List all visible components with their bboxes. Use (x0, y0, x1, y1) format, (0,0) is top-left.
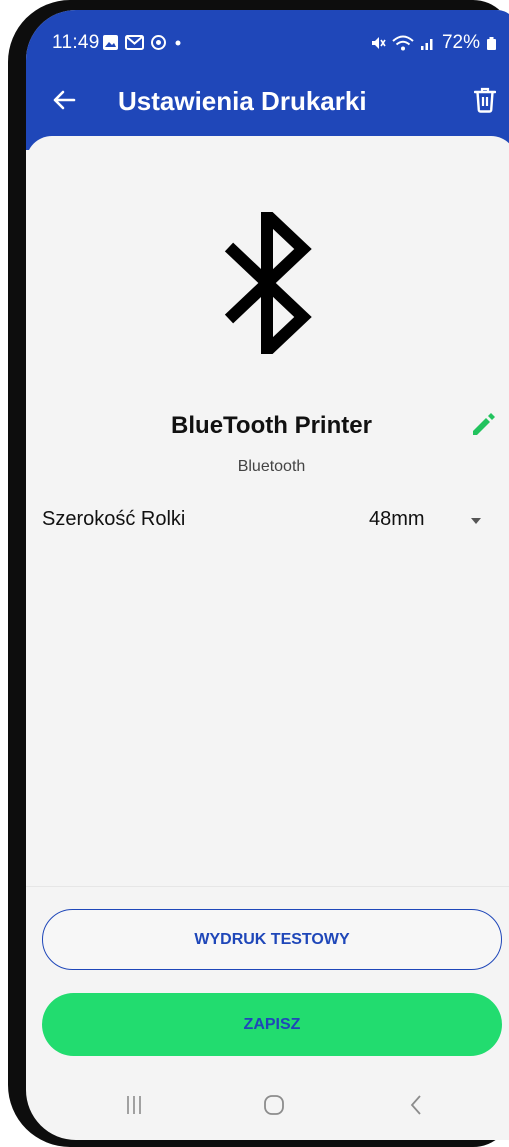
status-time: 11:49 (52, 32, 100, 53)
battery-icon (487, 37, 496, 50)
test-print-button[interactable]: WYDRUK TESTOWY (42, 909, 502, 970)
bluetooth-icon (224, 212, 312, 354)
nav-back-button[interactable] (396, 1085, 436, 1125)
recents-button[interactable] (114, 1085, 154, 1125)
chevron-down-icon (471, 518, 481, 524)
printer-name: BlueTooth Printer (171, 412, 372, 439)
save-button[interactable]: ZAPISZ (42, 993, 502, 1056)
pencil-icon (473, 413, 495, 435)
phone-frame: 11:49 72% Ustawienia Drukarki BlueTooth … (8, 0, 509, 1147)
content-area: BlueTooth Printer Bluetooth Szerokość Ro… (26, 136, 509, 896)
gmail-icon (125, 35, 144, 50)
mute-icon (371, 37, 386, 49)
roll-width-label: Szerokość Rolki (42, 508, 186, 530)
arrow-left-icon (53, 90, 76, 110)
edit-name-button[interactable] (465, 406, 501, 442)
system-nav-bar (26, 1085, 509, 1125)
back-button[interactable] (44, 80, 84, 120)
battery-percent: 72% (441, 32, 480, 53)
status-bar: 11:49 72% (26, 32, 509, 60)
divider (26, 886, 509, 887)
wifi-icon (392, 35, 414, 51)
back-icon (410, 1095, 421, 1115)
app-bar: Ustawienia Drukarki (26, 80, 509, 140)
sync-icon (151, 35, 166, 50)
page-title: Ustawienia Drukarki (118, 86, 367, 116)
home-button[interactable] (254, 1085, 294, 1125)
screen: 11:49 72% Ustawienia Drukarki BlueTooth … (26, 10, 509, 1140)
header: 11:49 72% Ustawienia Drukarki (26, 10, 509, 150)
image-icon (103, 35, 118, 50)
home-icon (264, 1095, 284, 1115)
delete-button[interactable] (465, 80, 505, 120)
status-right: 72% (370, 32, 497, 54)
roll-width-select[interactable]: 48mm (356, 504, 496, 540)
recents-icon (127, 1096, 141, 1114)
signal-icon (420, 39, 433, 50)
roll-width-value: 48mm (369, 508, 425, 530)
printer-type: Bluetooth (237, 458, 306, 475)
dot-icon (175, 40, 181, 46)
trash-icon (474, 87, 496, 113)
status-left-icons (102, 34, 183, 51)
